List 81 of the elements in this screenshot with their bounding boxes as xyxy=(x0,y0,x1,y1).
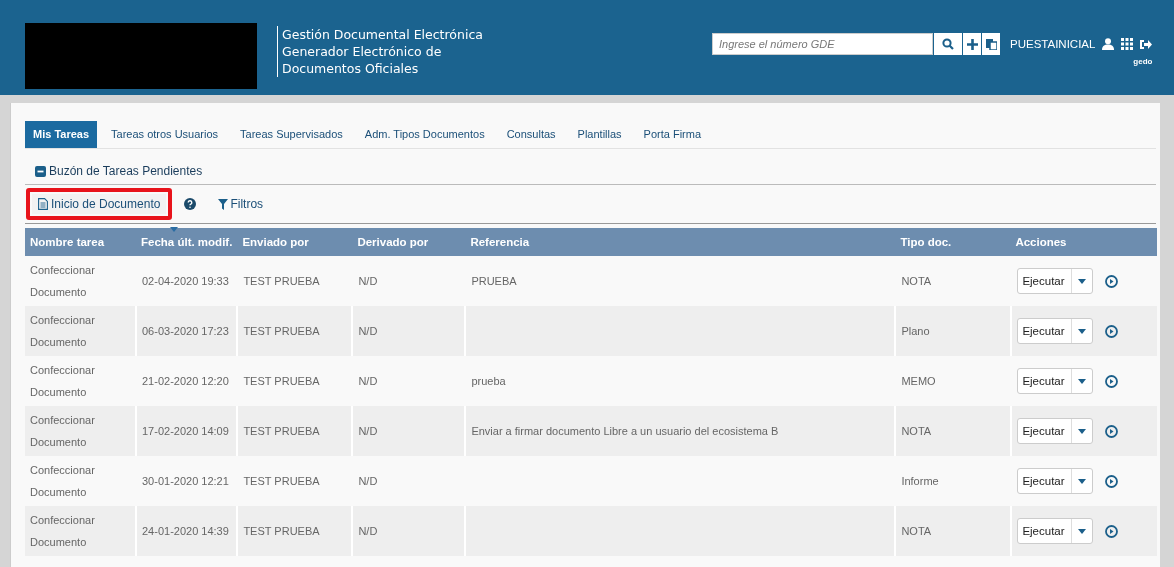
table-cell: Plano xyxy=(901,325,930,337)
panel-title: Buzón de Tareas Pendientes xyxy=(49,164,203,178)
plus-icon xyxy=(966,38,978,50)
caret-icon xyxy=(1078,378,1087,384)
tab[interactable]: Mis Tareas xyxy=(25,121,98,148)
filters-button[interactable]: Filtros xyxy=(212,196,270,212)
table-cell: Informe xyxy=(901,475,939,487)
play-circle-icon[interactable] xyxy=(1105,374,1119,388)
action-dropdown[interactable]: Ejecutar xyxy=(1017,418,1094,444)
search-field[interactable]: Ingrese el número GDE xyxy=(712,33,933,55)
table-cell: Confeccionar Documento xyxy=(30,314,95,348)
module-label: gedo xyxy=(1133,57,1153,66)
search-icon xyxy=(942,38,954,50)
play-circle-icon[interactable] xyxy=(1105,274,1119,288)
table-cell: 17-02-2020 14:09 xyxy=(142,425,229,437)
help-icon xyxy=(184,198,197,210)
table-cell: PRUEBA xyxy=(471,275,517,287)
user-icon[interactable] xyxy=(1102,38,1115,50)
filter-icon xyxy=(218,198,229,210)
paste-button[interactable] xyxy=(982,33,1000,55)
play-circle-icon[interactable] xyxy=(1105,324,1119,338)
tab[interactable]: Tareas Supervisados xyxy=(232,121,351,148)
play-circle-icon[interactable] xyxy=(1105,524,1119,538)
document-icon xyxy=(38,198,48,210)
table-cell: 21-02-2020 12:20 xyxy=(142,375,229,387)
table-cell: Confeccionar Documento xyxy=(30,364,95,398)
search-button[interactable] xyxy=(934,33,962,55)
sort-caret-icon xyxy=(170,227,178,232)
table-cell: Confeccionar Documento xyxy=(30,414,95,448)
clipboard-icon xyxy=(985,38,997,50)
action-dropdown[interactable]: Ejecutar xyxy=(1017,268,1094,294)
table-cell: TEST PRUEBA xyxy=(243,275,320,287)
table-cell: TEST PRUEBA xyxy=(243,325,320,337)
table-cell: TEST PRUEBA xyxy=(243,475,320,487)
table-cell: N/D xyxy=(358,475,378,487)
table-cell: prueba xyxy=(471,375,506,387)
grid-icon[interactable] xyxy=(1121,38,1134,50)
table-cell: Enviar a firmar documento Libre a un usuario del ecosistema B xyxy=(471,425,779,437)
app-title: Gestión Documental Electrónica Generador Electrónico de Documentos Oficiales xyxy=(277,26,682,77)
table-cell: N/D xyxy=(358,275,378,287)
table-cell: N/D xyxy=(358,325,378,337)
table-cell: MEMO xyxy=(901,375,936,387)
table-cell: 02-04-2020 19:33 xyxy=(142,275,229,287)
start-document-button[interactable]: Inicio de Documento xyxy=(32,194,167,214)
action-dropdown[interactable]: Ejecutar xyxy=(1017,518,1094,544)
table-cell: 06-03-2020 17:23 xyxy=(142,325,229,337)
table-cell: Confeccionar Documento xyxy=(30,264,95,298)
table-cell: 24-01-2020 14:39 xyxy=(142,525,229,537)
caret-icon xyxy=(1078,278,1087,284)
table-cell: TEST PRUEBA xyxy=(243,425,320,437)
caret-icon xyxy=(1078,478,1087,484)
tab[interactable]: Porta Firma xyxy=(635,121,710,148)
table-cell: N/D xyxy=(358,425,378,437)
table-cell: NOTA xyxy=(901,525,932,537)
table-cell: N/D xyxy=(358,375,378,387)
tab[interactable]: Tareas otros Usuarios xyxy=(103,121,227,148)
table-cell: Confeccionar Documento xyxy=(30,464,95,498)
tab[interactable]: Plantillas xyxy=(569,121,630,148)
caret-icon xyxy=(1078,428,1087,434)
panel-header[interactable]: Buzón de Tareas Pendientes xyxy=(25,149,1156,185)
action-dropdown[interactable]: Ejecutar xyxy=(1017,468,1094,494)
tab[interactable]: Consultas xyxy=(498,121,564,148)
play-circle-icon[interactable] xyxy=(1105,474,1119,488)
table-cell: 30-01-2020 12:21 xyxy=(142,475,229,487)
tab[interactable]: Adm. Tipos Documentos xyxy=(356,121,493,148)
action-dropdown[interactable]: Ejecutar xyxy=(1017,368,1094,394)
username[interactable]: PUESTAINICIAL xyxy=(1010,38,1096,50)
add-button[interactable] xyxy=(963,33,981,55)
table-cell: NOTA xyxy=(901,425,932,437)
collapse-icon xyxy=(35,165,46,177)
table-cell: NOTA xyxy=(901,275,932,287)
table-cell: N/D xyxy=(358,525,378,537)
action-dropdown[interactable]: Ejecutar xyxy=(1017,318,1094,344)
table-cell: TEST PRUEBA xyxy=(243,375,320,387)
caret-icon xyxy=(1078,328,1087,334)
play-circle-icon[interactable] xyxy=(1105,424,1119,438)
table-cell: Confeccionar Documento xyxy=(30,514,95,548)
table-cell: TEST PRUEBA xyxy=(243,525,320,537)
help-button[interactable] xyxy=(184,198,197,210)
logout-icon[interactable] xyxy=(1140,38,1153,50)
caret-icon xyxy=(1078,528,1087,534)
